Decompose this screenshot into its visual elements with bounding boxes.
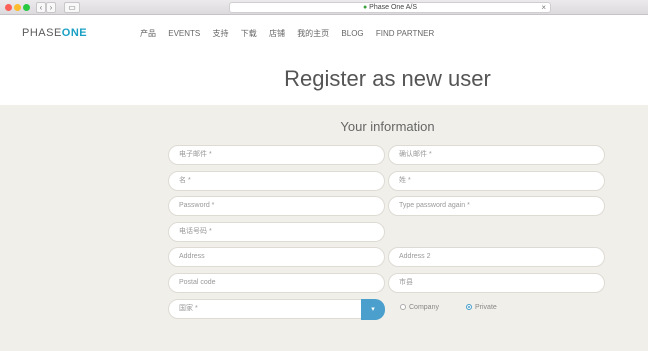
company-radio[interactable]: Company [400,304,439,311]
nav-downloads[interactable]: 下载 [241,29,257,38]
close-tab-icon[interactable]: × [541,3,546,12]
section-title: Your information [340,119,435,134]
nav-products[interactable]: 产品 [140,29,156,38]
sidebar-toggle-icon[interactable]: ▭ [64,2,80,13]
nav-blog[interactable]: BLOG [341,29,363,38]
country-select[interactable]: 国家 * [168,299,364,319]
lock-icon: ● [362,4,368,11]
nav-events[interactable]: EVENTS [168,29,200,38]
confirm-email-field[interactable]: 确认邮件 * [388,145,605,165]
address-bar[interactable]: ● Phase One A/S × [229,2,551,13]
city-field[interactable]: 市县 [388,273,605,293]
radio-checked-icon [466,304,472,310]
first-name-field[interactable]: 名 * [168,171,385,191]
password-again-field[interactable]: Type password again * [388,196,605,216]
close-window-button[interactable] [5,4,12,11]
minimize-window-button[interactable] [14,4,21,11]
password-field[interactable]: Password * [168,196,385,216]
phone-field[interactable]: 电话号码 * [168,222,385,242]
registration-form: Your information 电子邮件 * 确认邮件 * 名 * 姓 * P… [0,105,648,351]
page-title: Register as new user [284,66,491,91]
radio-unchecked-icon [400,304,406,310]
logo-phase: PHASE [22,27,62,39]
nav-support[interactable]: 支持 [212,29,228,38]
back-button[interactable]: ‹ [36,2,46,13]
logo-one: ONE [61,27,88,39]
browser-titlebar: ‹ › ▭ ● Phase One A/S × [0,0,648,15]
main-nav: 产品 EVENTS 支持 下载 店铺 我的主页 BLOG FIND PARTNE… [140,28,444,39]
private-label: Private [475,304,497,311]
chevron-down-icon[interactable]: ▾ [361,299,385,320]
nav-store[interactable]: 店铺 [269,29,285,38]
nav-my-page[interactable]: 我的主页 [297,29,329,38]
nav-find-partner[interactable]: FIND PARTNER [376,29,434,38]
last-name-field[interactable]: 姓 * [388,171,605,191]
company-label: Company [409,304,439,311]
forward-button[interactable]: › [46,2,56,13]
postal-code-field[interactable]: Postal code [168,273,385,293]
email-field[interactable]: 电子邮件 * [168,145,385,165]
site-header: PHASEONE 产品 EVENTS 支持 下载 店铺 我的主页 BLOG FI… [0,16,648,105]
phase-one-logo[interactable]: PHASEONE [22,27,87,39]
url-text: Phase One A/S [369,4,418,11]
address-field[interactable]: Address [168,247,385,267]
address2-field[interactable]: Address 2 [388,247,605,267]
private-radio[interactable]: Private [466,304,497,311]
zoom-window-button[interactable] [23,4,30,11]
